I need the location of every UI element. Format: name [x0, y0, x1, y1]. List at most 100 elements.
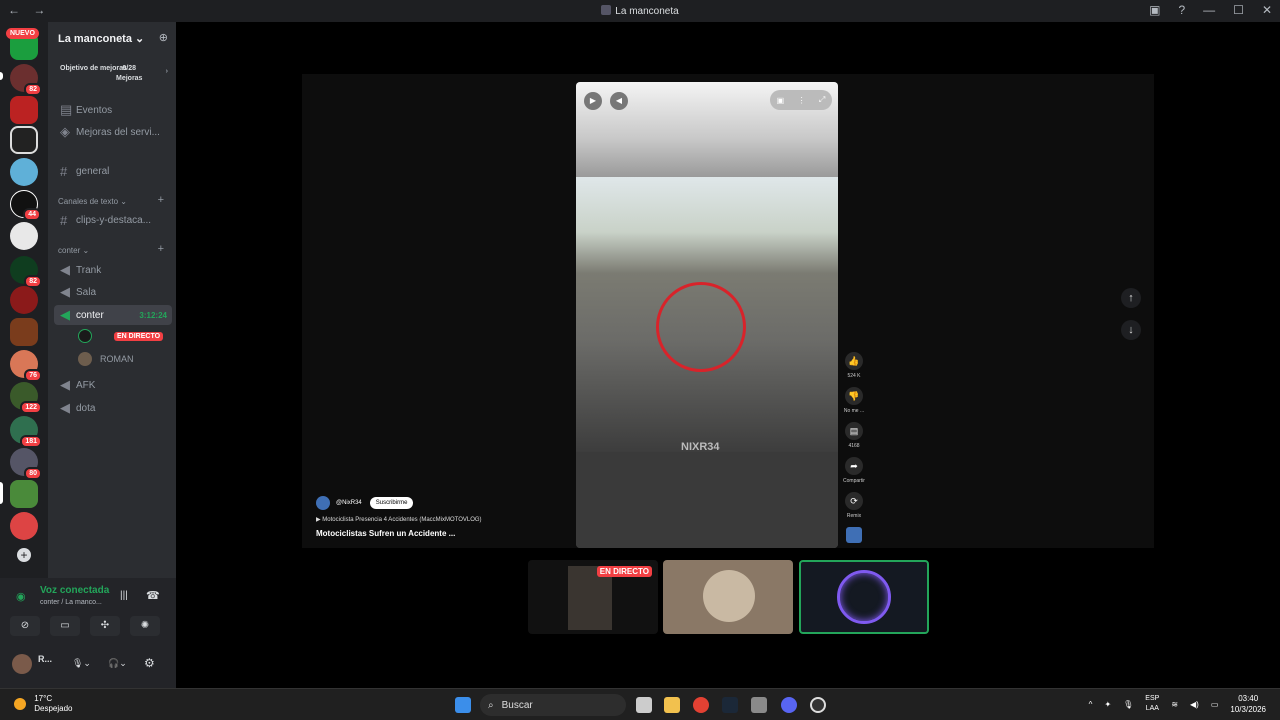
avatar: [78, 352, 92, 366]
play-icon[interactable]: ▶: [584, 92, 602, 110]
boost-count: 0/28 Mejoras: [116, 65, 143, 82]
language-indicator[interactable]: ESP LAA: [1145, 694, 1159, 714]
add-channel-icon[interactable]: +: [158, 243, 164, 255]
like-action[interactable]: 👍 524 K: [842, 352, 866, 387]
discord-icon[interactable]: [781, 697, 797, 713]
server-icon[interactable]: [10, 512, 38, 540]
chevron-up-icon[interactable]: ^: [1089, 700, 1093, 709]
start-icon[interactable]: [455, 697, 471, 713]
clock[interactable]: 03:40 10/3/2026: [1230, 693, 1266, 715]
steam-icon[interactable]: [722, 697, 738, 713]
voice-status[interactable]: Voz conectada: [40, 585, 109, 596]
avatar: [78, 329, 92, 343]
channel-avatar[interactable]: [316, 496, 330, 510]
server-icon[interactable]: 44: [10, 190, 41, 221]
server-icon[interactable]: [10, 158, 38, 186]
server-icon[interactable]: 80: [10, 448, 42, 480]
participant-tile-stream[interactable]: EN DIRECTO: [528, 560, 658, 634]
voice-channel-conter[interactable]: ◀ conter 3:12:24: [54, 305, 172, 325]
server-icon[interactable]: 82: [10, 256, 42, 288]
video-title[interactable]: Motociclistas Sufren un Accidente ...: [316, 529, 566, 538]
video-options[interactable]: ▣ ⋮ ⤢: [770, 90, 832, 110]
server-icon[interactable]: [10, 318, 38, 346]
task-view-icon[interactable]: [636, 697, 652, 713]
server-name[interactable]: La manconeta ⌄: [58, 32, 144, 45]
close-button[interactable]: ✕: [1262, 3, 1272, 17]
camera-off-button[interactable]: ⊘: [10, 616, 40, 636]
dislike-action[interactable]: 👎 No me ...: [842, 387, 866, 422]
window-title: La manconeta: [0, 5, 1280, 17]
avatar[interactable]: [12, 654, 32, 674]
song-info[interactable]: ▶ Motociclista Presencia 4 Accidentes (M…: [316, 516, 566, 523]
settings-icon[interactable]: [751, 697, 767, 713]
comments-action[interactable]: ▤ 4168: [842, 422, 866, 457]
volume-icon[interactable]: ◀: [610, 92, 628, 110]
inbox-icon[interactable]: ▣: [1149, 3, 1160, 17]
server-icon[interactable]: 76: [10, 350, 42, 382]
noise-icon[interactable]: |||: [120, 590, 128, 601]
channel-events[interactable]: ▤ Eventos: [54, 100, 172, 120]
subscribe-button[interactable]: Suscribirme: [369, 497, 414, 509]
mic-icon[interactable]: 🎙: [1123, 700, 1133, 709]
headphones-icon[interactable]: 🎧⌄: [108, 658, 127, 669]
mention-badge: 44: [23, 208, 41, 221]
channel-server-boosts[interactable]: ◈ Mejoras del servi...: [54, 122, 172, 142]
maximize-button[interactable]: ☐: [1233, 3, 1244, 17]
arrow-up-icon[interactable]: ↑: [1121, 288, 1141, 308]
participant-tile-user[interactable]: [799, 560, 929, 634]
weather-widget[interactable]: 17°C Despejado: [14, 694, 72, 714]
battery-icon[interactable]: ▭: [1211, 700, 1219, 709]
screen-share-button[interactable]: ▭: [50, 616, 80, 636]
minimize-button[interactable]: —: [1203, 3, 1215, 17]
channel-name[interactable]: @NixR34: [336, 500, 362, 506]
captions-icon[interactable]: ▣: [777, 96, 785, 105]
server-icon[interactable]: [10, 286, 38, 314]
share-action[interactable]: ➦ Compartir: [842, 457, 866, 492]
channel-general[interactable]: # general: [54, 161, 172, 181]
server-icon[interactable]: [10, 126, 38, 154]
help-icon[interactable]: ?: [1178, 3, 1185, 17]
person-add-icon[interactable]: ⊕: [159, 31, 168, 44]
app-icon[interactable]: [810, 697, 826, 713]
thumbs-up-icon: 👍: [845, 352, 863, 370]
gear-icon[interactable]: ⚙: [144, 656, 155, 670]
participant-tile-cat[interactable]: [663, 560, 793, 634]
disconnect-icon[interactable]: ☎: [146, 589, 160, 602]
chrome-icon[interactable]: [693, 697, 709, 713]
boost-goal[interactable]: Objetivo de mejoras 0/28 Mejoras ›: [52, 58, 170, 88]
voice-user-roman[interactable]: ROMAN: [78, 352, 134, 366]
more-icon[interactable]: ⋮: [798, 96, 806, 105]
channel-clips[interactable]: # clips-y-destaca...: [54, 210, 172, 230]
volume-icon[interactable]: ◀): [1190, 700, 1199, 709]
server-icon[interactable]: [10, 222, 38, 250]
wifi-icon[interactable]: ≋: [1171, 700, 1178, 709]
activities-button[interactable]: ✣: [90, 616, 120, 636]
file-explorer-icon[interactable]: [664, 697, 680, 713]
add-channel-icon[interactable]: +: [158, 194, 164, 206]
voice-channel-trank[interactable]: ◀ Trank: [54, 260, 172, 280]
shorts-video[interactable]: NIXR34 ▶ ◀ ▣ ⋮ ⤢: [576, 82, 838, 548]
server-icon[interactable]: 181: [10, 416, 42, 448]
voice-channel-dota[interactable]: ◀ dota: [54, 398, 172, 418]
add-server-icon[interactable]: +: [17, 548, 31, 562]
username[interactable]: R...: [38, 654, 52, 664]
search-bar[interactable]: ⌕ Buscar: [480, 694, 626, 716]
arrow-down-icon[interactable]: ↓: [1121, 320, 1141, 340]
voice-location[interactable]: conter / La manco...: [40, 599, 102, 606]
soundboard-button[interactable]: ✺: [130, 616, 160, 636]
voice-channel-afk[interactable]: ◀ AFK: [54, 375, 172, 395]
mic-icon[interactable]: 🎙⌄: [72, 658, 91, 669]
server-icon-active[interactable]: [10, 480, 38, 508]
category-conter[interactable]: conter ⌄: [58, 246, 89, 255]
voice-user-live[interactable]: EN DIRECTO: [78, 329, 164, 343]
audio-thumbnail[interactable]: [846, 527, 862, 543]
server-icon[interactable]: 82: [10, 64, 42, 96]
fullscreen-icon[interactable]: ⤢: [819, 95, 825, 105]
tray-app-icon[interactable]: ✦: [1104, 700, 1111, 709]
remix-action[interactable]: ⟳ Remix: [842, 492, 866, 527]
comment-icon: ▤: [845, 422, 863, 440]
category-text-channels[interactable]: Canales de texto ⌄: [58, 197, 127, 206]
server-icon[interactable]: [10, 96, 38, 124]
server-icon[interactable]: 122: [10, 382, 42, 414]
voice-channel-sala[interactable]: ◀ Sala: [54, 282, 172, 302]
